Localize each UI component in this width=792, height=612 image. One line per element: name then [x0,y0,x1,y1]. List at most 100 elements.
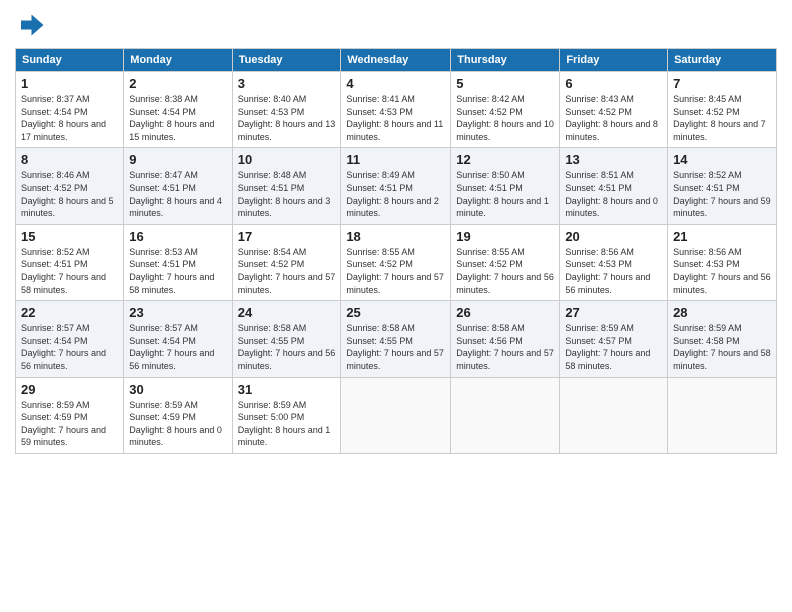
day-number: 28 [673,305,771,320]
day-cell: 12Sunrise: 8:50 AMSunset: 4:51 PMDayligh… [451,148,560,224]
day-number: 21 [673,229,771,244]
day-cell: 6 Sunrise: 8:43 AMSunset: 4:52 PMDaylight… [560,72,668,148]
day-number: 23 [129,305,226,320]
day-cell: 16 Sunrise: 8:53 AMSunset: 4:51 PMDayligh… [124,224,232,300]
day-cell: 26Sunrise: 8:58 AMSunset: 4:56 PMDayligh… [451,301,560,377]
col-header-sunday: Sunday [16,49,124,72]
day-cell [668,377,777,453]
day-cell [560,377,668,453]
day-number: 8 [21,152,118,167]
day-number: 6 [565,76,662,91]
day-info: Sunrise: 8:52 AMSunset: 4:51 PMDaylight:… [673,169,771,219]
day-number: 2 [129,76,226,91]
day-cell: 18 Sunrise: 8:55 AMSunset: 4:52 PMDayligh… [341,224,451,300]
day-info: Sunrise: 8:40 AMSunset: 4:53 PMDaylight:… [238,93,336,143]
day-info: Sunrise: 8:57 AMSunset: 4:54 PMDaylight:… [21,322,118,372]
day-cell: 5 Sunrise: 8:42 AMSunset: 4:52 PMDaylight… [451,72,560,148]
day-number: 30 [129,382,226,397]
day-info: Sunrise: 8:54 AMSunset: 4:52 PMDaylight:… [238,246,336,296]
day-info: Sunrise: 8:50 AMSunset: 4:51 PMDaylight:… [456,169,554,219]
day-number: 10 [238,152,336,167]
day-info: Sunrise: 8:55 AMSunset: 4:52 PMDaylight:… [346,246,445,296]
day-info: Sunrise: 8:53 AMSunset: 4:51 PMDaylight:… [129,246,226,296]
day-info: Sunrise: 8:41 AMSunset: 4:53 PMDaylight:… [346,93,445,143]
col-header-thursday: Thursday [451,49,560,72]
day-cell [451,377,560,453]
day-info: Sunrise: 8:38 AMSunset: 4:54 PMDaylight:… [129,93,226,143]
day-number: 3 [238,76,336,91]
week-row-3: 15 Sunrise: 8:52 AMSunset: 4:51 PMDayligh… [16,224,777,300]
day-number: 31 [238,382,336,397]
day-cell: 28Sunrise: 8:59 AMSunset: 4:58 PMDayligh… [668,301,777,377]
day-cell: 17 Sunrise: 8:54 AMSunset: 4:52 PMDayligh… [232,224,341,300]
header-row: SundayMondayTuesdayWednesdayThursdayFrid… [16,49,777,72]
day-cell: 22 Sunrise: 8:57 AMSunset: 4:54 PMDayligh… [16,301,124,377]
day-cell: 23Sunrise: 8:57 AMSunset: 4:54 PMDayligh… [124,301,232,377]
day-cell: 31 Sunrise: 8:59 AMSunset: 5:00 PMDayligh… [232,377,341,453]
day-info: Sunrise: 8:55 AMSunset: 4:52 PMDaylight:… [456,246,554,296]
day-cell: 2 Sunrise: 8:38 AMSunset: 4:54 PMDaylight… [124,72,232,148]
day-cell: 24Sunrise: 8:58 AMSunset: 4:55 PMDayligh… [232,301,341,377]
day-number: 26 [456,305,554,320]
day-info: Sunrise: 8:42 AMSunset: 4:52 PMDaylight:… [456,93,554,143]
day-info: Sunrise: 8:52 AMSunset: 4:51 PMDaylight:… [21,246,118,296]
col-header-wednesday: Wednesday [341,49,451,72]
day-info: Sunrise: 8:49 AMSunset: 4:51 PMDaylight:… [346,169,445,219]
day-info: Sunrise: 8:51 AMSunset: 4:51 PMDaylight:… [565,169,662,219]
col-header-tuesday: Tuesday [232,49,341,72]
logo-icon [15,10,45,40]
day-cell: 14 Sunrise: 8:52 AMSunset: 4:51 PMDayligh… [668,148,777,224]
day-info: Sunrise: 8:43 AMSunset: 4:52 PMDaylight:… [565,93,662,143]
day-info: Sunrise: 8:58 AMSunset: 4:55 PMDaylight:… [238,322,336,372]
day-info: Sunrise: 8:56 AMSunset: 4:53 PMDaylight:… [565,246,662,296]
day-number: 15 [21,229,118,244]
day-number: 22 [21,305,118,320]
day-cell: 11 Sunrise: 8:49 AMSunset: 4:51 PMDayligh… [341,148,451,224]
day-cell: 9 Sunrise: 8:47 AMSunset: 4:51 PMDaylight… [124,148,232,224]
day-number: 9 [129,152,226,167]
day-cell: 21 Sunrise: 8:56 AMSunset: 4:53 PMDayligh… [668,224,777,300]
day-cell: 27Sunrise: 8:59 AMSunset: 4:57 PMDayligh… [560,301,668,377]
day-number: 1 [21,76,118,91]
day-info: Sunrise: 8:59 AMSunset: 5:00 PMDaylight:… [238,399,336,449]
day-cell: 10 Sunrise: 8:48 AMSunset: 4:51 PMDayligh… [232,148,341,224]
day-number: 17 [238,229,336,244]
day-number: 18 [346,229,445,244]
day-info: Sunrise: 8:56 AMSunset: 4:53 PMDaylight:… [673,246,771,296]
col-header-friday: Friday [560,49,668,72]
day-info: Sunrise: 8:59 AMSunset: 4:59 PMDaylight:… [129,399,226,449]
calendar-table: SundayMondayTuesdayWednesdayThursdayFrid… [15,48,777,454]
day-info: Sunrise: 8:46 AMSunset: 4:52 PMDaylight:… [21,169,118,219]
day-number: 29 [21,382,118,397]
day-number: 14 [673,152,771,167]
day-cell: 4 Sunrise: 8:41 AMSunset: 4:53 PMDaylight… [341,72,451,148]
day-info: Sunrise: 8:47 AMSunset: 4:51 PMDaylight:… [129,169,226,219]
day-number: 25 [346,305,445,320]
logo [15,10,49,40]
day-number: 5 [456,76,554,91]
day-number: 7 [673,76,771,91]
day-cell: 15 Sunrise: 8:52 AMSunset: 4:51 PMDayligh… [16,224,124,300]
day-number: 4 [346,76,445,91]
day-number: 27 [565,305,662,320]
day-cell: 25Sunrise: 8:58 AMSunset: 4:55 PMDayligh… [341,301,451,377]
week-row-2: 8 Sunrise: 8:46 AMSunset: 4:52 PMDaylight… [16,148,777,224]
day-info: Sunrise: 8:37 AMSunset: 4:54 PMDaylight:… [21,93,118,143]
day-number: 13 [565,152,662,167]
day-cell: 7 Sunrise: 8:45 AMSunset: 4:52 PMDaylight… [668,72,777,148]
day-cell: 1 Sunrise: 8:37 AMSunset: 4:54 PMDaylight… [16,72,124,148]
day-number: 20 [565,229,662,244]
day-cell: 3 Sunrise: 8:40 AMSunset: 4:53 PMDaylight… [232,72,341,148]
day-cell: 13 Sunrise: 8:51 AMSunset: 4:51 PMDayligh… [560,148,668,224]
day-cell [341,377,451,453]
day-cell: 29Sunrise: 8:59 AMSunset: 4:59 PMDayligh… [16,377,124,453]
week-row-4: 22 Sunrise: 8:57 AMSunset: 4:54 PMDayligh… [16,301,777,377]
day-info: Sunrise: 8:48 AMSunset: 4:51 PMDaylight:… [238,169,336,219]
day-number: 16 [129,229,226,244]
day-cell: 30 Sunrise: 8:59 AMSunset: 4:59 PMDayligh… [124,377,232,453]
day-info: Sunrise: 8:45 AMSunset: 4:52 PMDaylight:… [673,93,771,143]
col-header-monday: Monday [124,49,232,72]
day-number: 11 [346,152,445,167]
page-header [15,10,777,40]
page-container: SundayMondayTuesdayWednesdayThursdayFrid… [0,0,792,464]
